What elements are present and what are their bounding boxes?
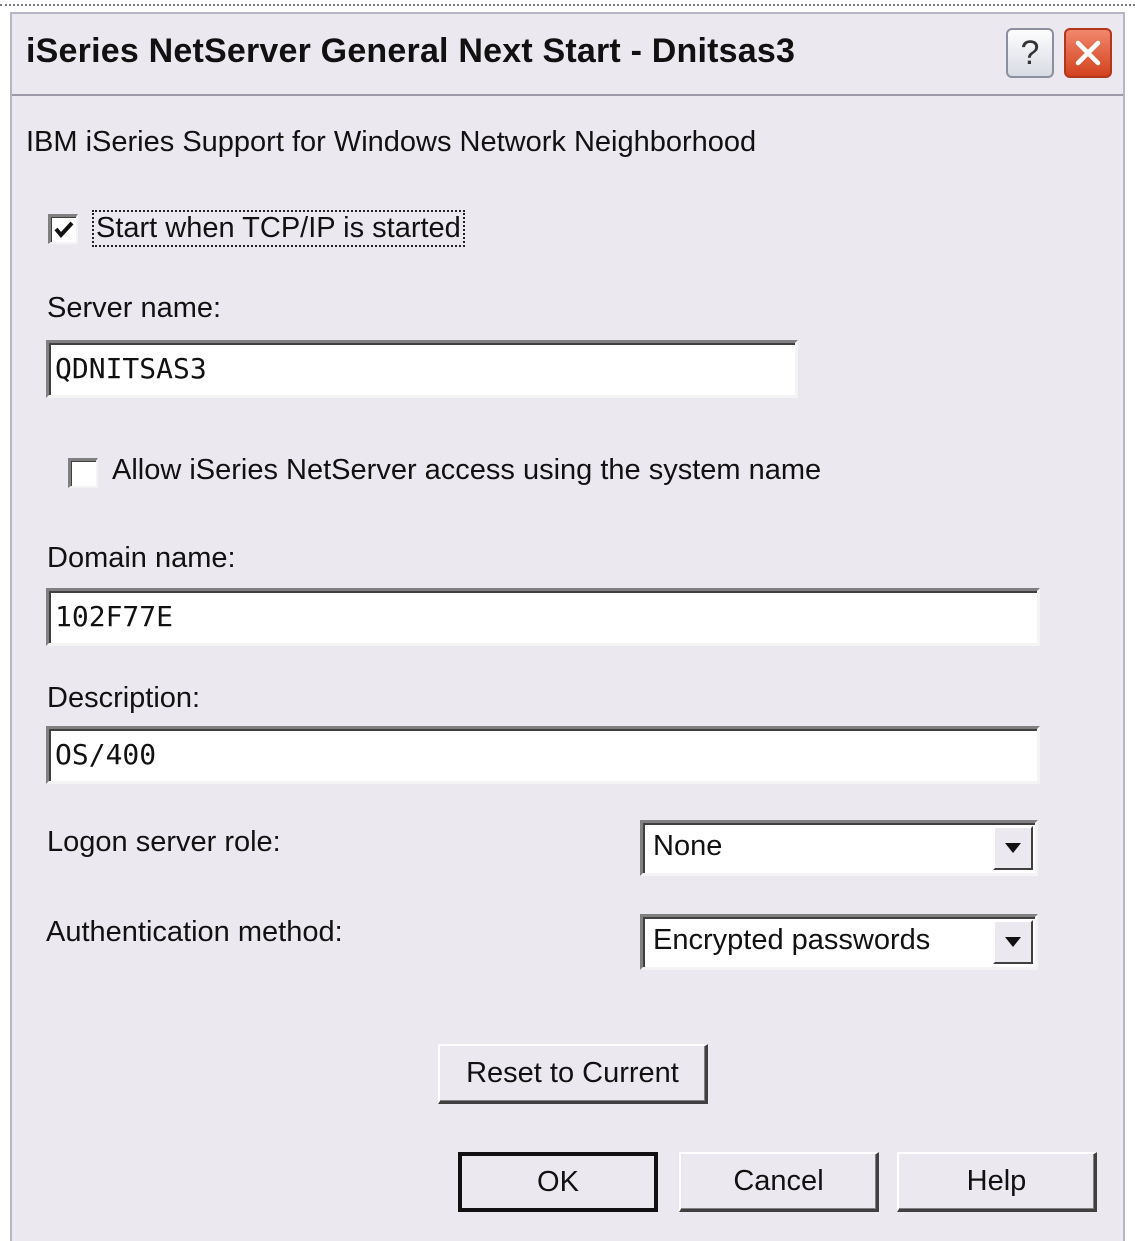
top-border-dots	[0, 0, 1135, 6]
dropdown-arrow-icon[interactable]	[993, 920, 1033, 964]
dialog-window: iSeries NetServer General Next Start - D…	[10, 12, 1125, 1241]
allow-system-name-checkbox[interactable]	[68, 458, 98, 488]
start-tcpip-label[interactable]: Start when TCP/IP is started	[92, 210, 465, 247]
server-name-label: Server name:	[47, 292, 222, 324]
cancel-button[interactable]: Cancel	[679, 1152, 879, 1212]
domain-name-label: Domain name:	[47, 542, 236, 574]
allow-system-name-label[interactable]: Allow iSeries NetServer access using the…	[112, 454, 821, 487]
ok-button[interactable]: OK	[458, 1152, 658, 1212]
help-button[interactable]: Help	[897, 1152, 1097, 1212]
window-title: iSeries NetServer General Next Start - D…	[26, 32, 796, 70]
domain-name-input[interactable]: 102F77E	[46, 588, 1040, 646]
title-bar: iSeries NetServer General Next Start - D…	[12, 14, 1123, 96]
close-x-icon[interactable]	[1064, 28, 1112, 78]
checkmark-icon	[54, 221, 74, 239]
authentication-method-label: Authentication method:	[46, 916, 343, 948]
logon-server-role-label: Logon server role:	[47, 826, 281, 858]
dropdown-arrow-icon[interactable]	[993, 826, 1033, 870]
logon-server-role-value: None	[653, 830, 723, 862]
subtitle: IBM iSeries Support for Windows Network …	[26, 126, 757, 158]
server-name-input[interactable]: QDNITSAS3	[46, 340, 798, 398]
reset-to-current-button[interactable]: Reset to Current	[438, 1044, 708, 1104]
question-mark-icon[interactable]: ?	[1006, 28, 1054, 78]
logon-server-role-select[interactable]: None	[640, 820, 1038, 876]
description-input[interactable]: OS/400	[46, 726, 1040, 784]
authentication-method-value: Encrypted passwords	[653, 924, 931, 956]
start-tcpip-checkbox[interactable]	[48, 214, 78, 244]
authentication-method-select[interactable]: Encrypted passwords	[640, 914, 1038, 970]
description-label: Description:	[47, 682, 201, 714]
